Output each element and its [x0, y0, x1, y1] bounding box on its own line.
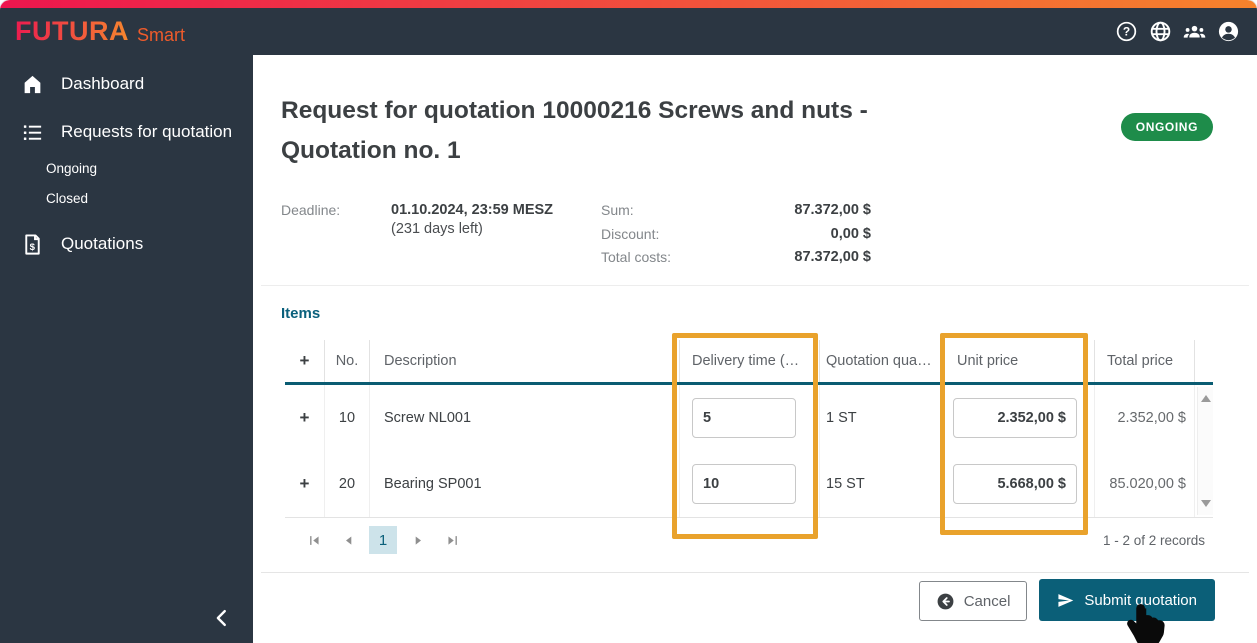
- sidebar-subitem-closed[interactable]: Closed: [0, 183, 253, 213]
- row-quotation-quantity: 15 ST: [820, 451, 945, 517]
- list-icon: [23, 124, 42, 140]
- brand-gradient-bar: [0, 0, 1257, 8]
- brand-logo: FUTURA: [15, 16, 129, 46]
- svg-text:?: ?: [1123, 25, 1130, 39]
- svg-text:$: $: [30, 242, 36, 253]
- previous-page-icon: [345, 535, 351, 545]
- row-no: 10: [325, 385, 370, 451]
- sidebar-item-label: Quotations: [61, 234, 144, 253]
- row-total-price: 2.352,00 $: [1095, 385, 1195, 451]
- sidebar-item-requests-for-quotation[interactable]: Requests for quotation: [0, 111, 253, 153]
- sidebar-item-quotations[interactable]: $ Quotations: [0, 223, 253, 265]
- sum-value: 87.372,00 $: [794, 202, 871, 218]
- previous-page-button[interactable]: [335, 527, 361, 553]
- items-section-heading: Items: [281, 305, 321, 322]
- first-page-icon: [309, 535, 319, 545]
- top-header: FUTURA Smart ?: [0, 8, 1257, 55]
- cancel-button[interactable]: Cancel: [918, 581, 1028, 621]
- table-body: + 10 Screw NL001 1 ST 2.352,00 $ + 20 Be…: [285, 385, 1213, 517]
- account-icon[interactable]: [1216, 19, 1241, 44]
- delivery-time-input[interactable]: [692, 464, 796, 504]
- sidebar: Dashboard Requests for quotation Ongoing…: [0, 55, 253, 643]
- total-costs-value: 87.372,00 $: [794, 249, 871, 265]
- column-header-delivery-time[interactable]: Delivery time (…: [680, 340, 820, 382]
- items-table: + No. Description Delivery time (… Quota…: [285, 340, 1213, 562]
- table-header-row: + No. Description Delivery time (… Quota…: [285, 340, 1213, 385]
- table-pagination: 1 1 - 2 of 2 records: [285, 517, 1213, 562]
- submit-button-label: Submit quotation: [1084, 591, 1197, 609]
- paper-plane-icon: [1058, 593, 1074, 607]
- sidebar-collapse-button[interactable]: [211, 607, 237, 633]
- sidebar-subitem-ongoing[interactable]: Ongoing: [0, 153, 253, 183]
- scroll-down-icon[interactable]: [1201, 500, 1211, 507]
- column-header-total-price[interactable]: Total price: [1095, 340, 1195, 382]
- row-no: 20: [325, 451, 370, 517]
- last-page-icon: [447, 535, 457, 545]
- deadline-block: Deadline: 01.10.2024, 23:59 MESZ (231 da…: [281, 202, 553, 237]
- deadline-days-left: (231 days left): [391, 221, 483, 237]
- submit-quotation-button[interactable]: Submit quotation: [1039, 579, 1215, 621]
- delivery-time-input[interactable]: [692, 398, 796, 438]
- row-expand-button[interactable]: +: [285, 385, 325, 451]
- sidebar-item-label: Dashboard: [61, 74, 145, 93]
- expand-all-button[interactable]: +: [285, 340, 325, 382]
- quotation-document-icon: $: [25, 233, 40, 255]
- summary-block: Sum: 87.372,00 $ Discount: 0,00 $ Total …: [601, 202, 871, 273]
- column-header-description[interactable]: Description: [370, 340, 680, 382]
- help-icon[interactable]: ?: [1114, 19, 1139, 44]
- table-row: + 10 Screw NL001 1 ST 2.352,00 $: [285, 385, 1195, 451]
- user-groups-icon[interactable]: [1182, 19, 1207, 44]
- last-page-button[interactable]: [439, 527, 465, 553]
- sidebar-item-dashboard[interactable]: Dashboard: [0, 63, 253, 105]
- footer-divider: [261, 572, 1249, 573]
- home-icon: [24, 75, 41, 93]
- next-page-button[interactable]: [405, 527, 431, 553]
- deadline-label: Deadline:: [281, 202, 341, 218]
- sidebar-item-label: Requests for quotation: [61, 122, 233, 141]
- header-icons: ?: [1114, 19, 1241, 44]
- unit-price-input[interactable]: [953, 464, 1077, 504]
- next-page-icon: [415, 535, 421, 545]
- deadline-value: 01.10.2024, 23:59 MESZ: [391, 202, 554, 218]
- sidebar-subitem-label: Closed: [46, 190, 89, 206]
- column-header-no[interactable]: No.: [325, 340, 370, 382]
- action-buttons: Cancel Submit quotation: [918, 579, 1215, 621]
- back-arrow-icon: [937, 593, 954, 609]
- app-window: FUTURA Smart ? Dashboard Requests for qu…: [0, 0, 1257, 643]
- table-row: + 20 Bearing SP001 15 ST 85.020,00 $: [285, 451, 1195, 517]
- cancel-button-label: Cancel: [963, 592, 1011, 610]
- row-expand-button[interactable]: +: [285, 451, 325, 517]
- table-scrollbar[interactable]: [1197, 387, 1213, 515]
- total-costs-label: Total costs:: [601, 249, 672, 265]
- row-total-price: 85.020,00 $: [1095, 451, 1195, 517]
- main-content: Request for quotation 10000216 Screws an…: [253, 55, 1257, 643]
- chevron-left-icon: [216, 609, 226, 627]
- unit-price-input[interactable]: [953, 398, 1077, 438]
- sum-label: Sum:: [601, 202, 634, 218]
- current-page-button[interactable]: 1: [369, 526, 397, 554]
- row-description: Bearing SP001: [370, 451, 680, 517]
- records-count: 1 - 2 of 2 records: [1102, 532, 1205, 548]
- first-page-button[interactable]: [301, 527, 327, 553]
- discount-label: Discount:: [601, 225, 660, 242]
- scroll-up-icon[interactable]: [1201, 395, 1211, 402]
- status-badge: ONGOING: [1120, 113, 1213, 141]
- language-icon[interactable]: [1148, 19, 1173, 44]
- sidebar-nav: Dashboard Requests for quotation Ongoing…: [0, 55, 253, 265]
- row-description: Screw NL001: [370, 385, 680, 451]
- section-divider: [261, 285, 1249, 286]
- row-quotation-quantity: 1 ST: [820, 385, 945, 451]
- discount-value: 0,00 $: [830, 225, 871, 242]
- page-title: Request for quotation 10000216 Screws an…: [281, 97, 868, 164]
- column-header-quotation-quantity[interactable]: Quotation qua…: [820, 340, 945, 382]
- sidebar-subitem-label: Ongoing: [46, 160, 98, 176]
- column-header-unit-price[interactable]: Unit price: [945, 340, 1095, 382]
- brand-logo-suffix: Smart: [136, 25, 185, 45]
